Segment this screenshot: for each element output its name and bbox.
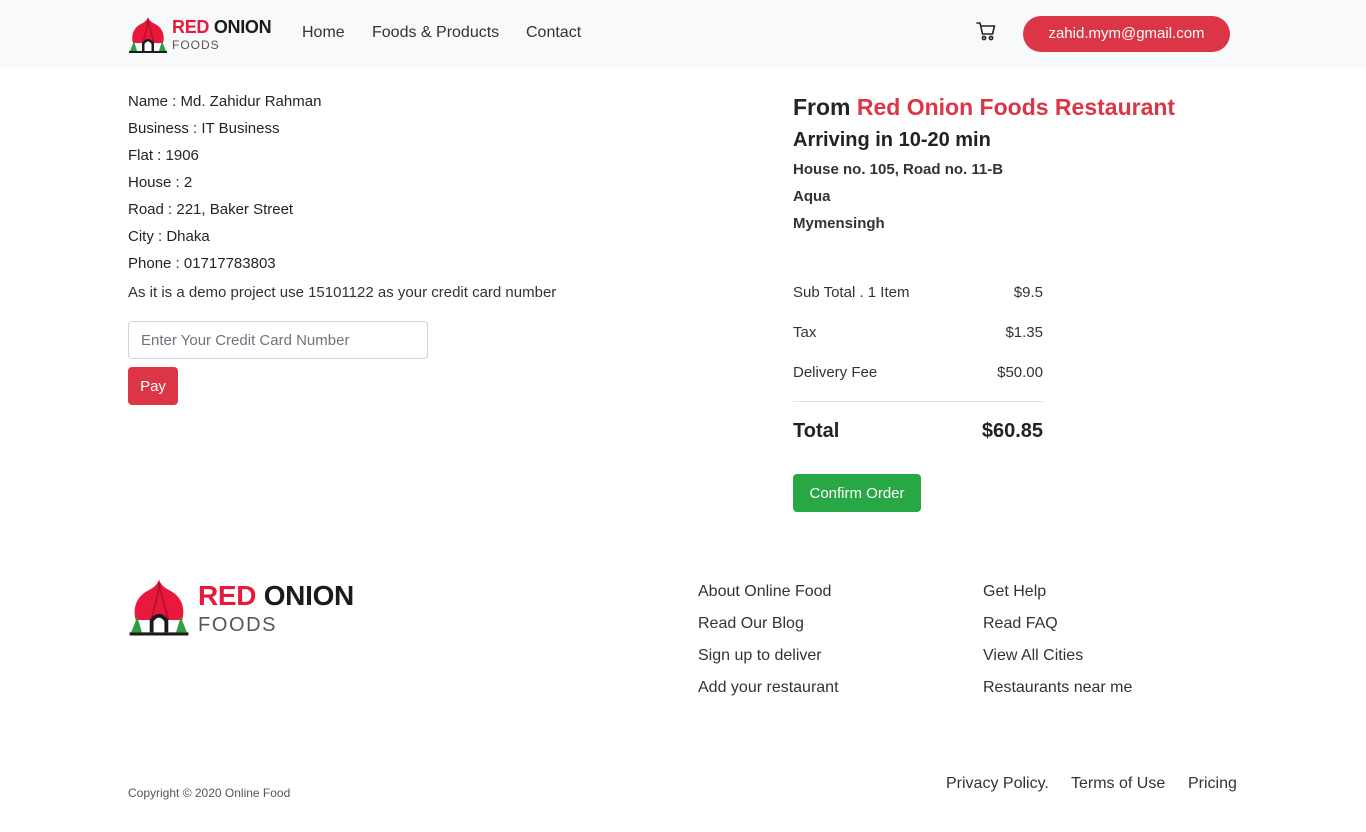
top-navbar: RED ONION FOODS Home Foods & Products Co… — [0, 0, 1366, 68]
footer-link-restaurants-near[interactable]: Restaurants near me — [983, 679, 1132, 697]
terms-of-use-link[interactable]: Terms of Use — [1071, 775, 1165, 793]
tax-label: Tax — [793, 324, 817, 341]
subtotal-value: $9.5 — [1013, 284, 1043, 301]
summary-divider — [793, 401, 1043, 402]
footer-link-about[interactable]: About Online Food — [698, 583, 831, 601]
onion-logo-icon — [129, 579, 189, 636]
nav-contact[interactable]: Contact — [526, 24, 581, 42]
restaurant-name: Red Onion Foods Restaurant — [856, 94, 1176, 120]
restaurant-address-line: Aqua — [793, 188, 831, 205]
shipping-city: City : Dhaka — [128, 228, 210, 245]
demo-card-note: As it is a demo project use 15101122 as … — [128, 284, 557, 301]
delivery-fee-value: $50.00 — [997, 364, 1043, 381]
cart-icon[interactable] — [975, 20, 997, 42]
shipping-business: Business : IT Business — [128, 120, 280, 137]
footer-link-help[interactable]: Get Help — [983, 583, 1046, 601]
footer-link-signup-deliver[interactable]: Sign up to deliver — [698, 647, 822, 665]
restaurant-address-line: House no. 105, Road no. 11-B — [793, 161, 1004, 178]
credit-card-input[interactable] — [128, 321, 428, 359]
delivery-fee-label: Delivery Fee — [793, 364, 878, 381]
footer-link-faq[interactable]: Read FAQ — [983, 615, 1058, 633]
arrival-estimate: Arriving in 10-20 min — [793, 129, 991, 151]
brand-logo[interactable]: RED ONION FOODS — [128, 14, 272, 54]
total-label: Total — [793, 420, 840, 442]
pricing-link[interactable]: Pricing — [1188, 775, 1237, 793]
footer-link-blog[interactable]: Read Our Blog — [698, 615, 804, 633]
brand-name-red: RED — [172, 17, 210, 37]
tax-value: $1.35 — [1005, 324, 1043, 341]
privacy-policy-link[interactable]: Privacy Policy. — [946, 775, 1049, 793]
confirm-order-button[interactable]: Confirm Order — [793, 474, 921, 512]
nav-home[interactable]: Home — [302, 24, 345, 42]
shipping-house: House : 2 — [128, 174, 193, 191]
footer-brand-subtitle: FOODS — [198, 614, 278, 636]
brand-name: RED ONION — [172, 17, 272, 38]
footer-brand-name: RED ONION — [198, 580, 354, 612]
footer-brand-name-dark: ONION — [263, 580, 355, 611]
shipping-flat: Flat : 1906 — [128, 147, 199, 164]
footer-link-add-restaurant[interactable]: Add your restaurant — [698, 679, 839, 697]
from-prefix: From — [793, 94, 851, 120]
brand-subtitle: FOODS — [172, 38, 220, 52]
shipping-road: Road : 221, Baker Street — [128, 201, 294, 218]
user-account-button[interactable]: zahid.mym@gmail.com — [1023, 16, 1230, 52]
onion-logo-icon — [129, 17, 167, 53]
footer-brand-logo[interactable]: RED ONION FOODS — [128, 574, 358, 638]
footer-link-cities[interactable]: View All Cities — [983, 647, 1083, 665]
total-value: $60.85 — [981, 420, 1043, 442]
order-from-heading: From Red Onion Foods Restaurant — [793, 94, 1175, 121]
pay-button[interactable]: Pay — [128, 367, 178, 405]
subtotal-label: Sub Total . 1 Item — [793, 284, 910, 301]
brand-name-dark: ONION — [213, 17, 272, 37]
shipping-phone: Phone : 01717783803 — [128, 255, 276, 272]
copyright-text: Copyright © 2020 Online Food — [128, 786, 291, 800]
shipping-name: Name : Md. Zahidur Rahman — [128, 93, 322, 110]
restaurant-address-line: Mymensingh — [793, 215, 885, 232]
nav-foods-products[interactable]: Foods & Products — [372, 24, 499, 42]
footer-brand-name-red: RED — [198, 580, 257, 611]
